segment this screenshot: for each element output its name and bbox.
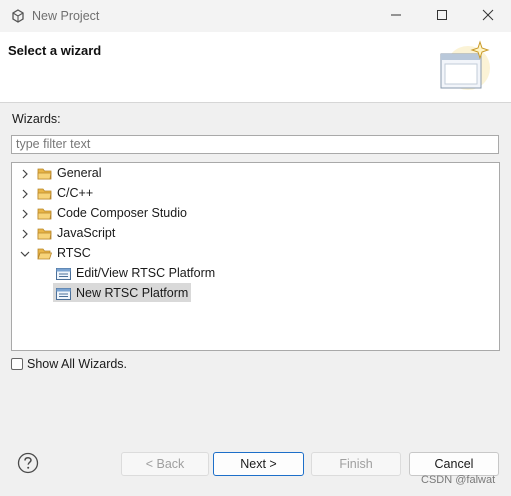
folder-icon: [37, 227, 52, 243]
watermark: CSDN @falwat: [421, 474, 496, 486]
folder-icon: [37, 187, 52, 203]
chevron-right-icon[interactable]: [19, 208, 31, 220]
tree-item-new-rtsc-platform[interactable]: New RTSC Platform: [54, 284, 194, 304]
tree-item-label: C/C++: [57, 186, 94, 200]
wizards-label: Wizards:: [12, 112, 61, 126]
chevron-right-icon[interactable]: [19, 188, 31, 200]
folder-icon: [37, 167, 52, 183]
show-all-wizards-checkbox[interactable]: [11, 358, 23, 370]
filter-input[interactable]: type filter text: [11, 135, 499, 154]
tree-item-c-cpp[interactable]: C/C++: [12, 184, 499, 204]
tree-item-label: Code Composer Studio: [57, 206, 187, 220]
tree-item-label: General: [57, 166, 102, 180]
chevron-right-icon[interactable]: [19, 168, 31, 180]
chevron-down-icon[interactable]: [19, 248, 31, 260]
eclipse-gear-icon: [11, 9, 25, 26]
tree-item-label: Edit/View RTSC Platform: [76, 266, 216, 280]
close-button[interactable]: [465, 0, 511, 32]
finish-button[interactable]: Finish: [311, 452, 401, 476]
tree-item-edit-view-rtsc-platform[interactable]: Edit/View RTSC Platform: [54, 264, 216, 284]
tree-item-label: RTSC: [57, 246, 91, 260]
maximize-icon: [436, 9, 448, 24]
minimize-button[interactable]: [373, 0, 419, 32]
close-icon: [482, 9, 494, 24]
chevron-right-icon[interactable]: [19, 228, 31, 240]
open-folder-icon: [37, 247, 53, 263]
wizard-banner-icon: [436, 40, 492, 95]
tree-item-general[interactable]: General: [12, 164, 499, 184]
wizard-banner: Select a wizard: [0, 32, 511, 103]
rtsc-platform-icon: [56, 267, 71, 283]
minimize-icon: [390, 9, 402, 24]
tree-item-label: New RTSC Platform: [76, 286, 189, 300]
window-title: New Project: [32, 9, 100, 23]
next-button[interactable]: Next >: [213, 452, 304, 476]
tree-item-code-composer-studio[interactable]: Code Composer Studio: [12, 204, 499, 224]
banner-title: Select a wizard: [8, 43, 102, 58]
show-all-wizards-option[interactable]: Show All Wizards.: [11, 357, 127, 371]
tree-item-rtsc[interactable]: RTSC: [12, 244, 499, 264]
title-bar: New Project: [0, 0, 511, 32]
tree-item-label: JavaScript: [57, 226, 116, 240]
wizard-tree[interactable]: General C/C++ Code Composer Studio JavaS…: [11, 162, 500, 351]
tree-item-javascript[interactable]: JavaScript: [12, 224, 499, 244]
maximize-button[interactable]: [419, 0, 465, 32]
rtsc-platform-icon: [56, 287, 71, 303]
cancel-button[interactable]: Cancel: [409, 452, 499, 476]
folder-icon: [37, 207, 52, 223]
show-all-wizards-label: Show All Wizards.: [27, 357, 128, 371]
back-button[interactable]: < Back: [121, 452, 209, 476]
help-icon[interactable]: [17, 452, 39, 477]
